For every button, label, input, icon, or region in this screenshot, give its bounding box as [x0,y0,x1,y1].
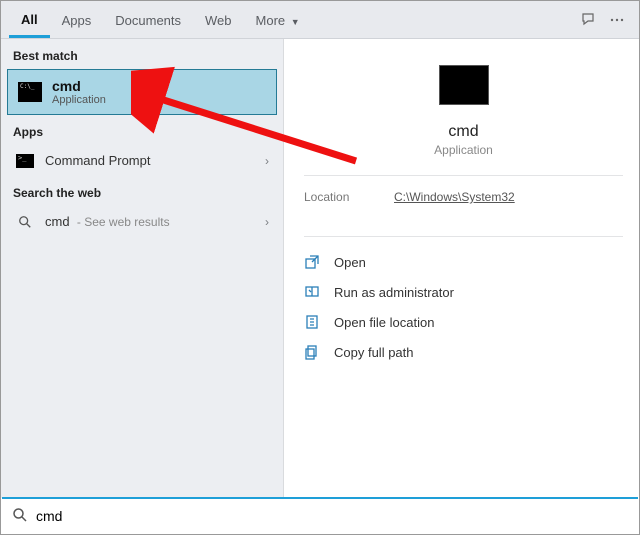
command-prompt-icon [15,154,35,168]
location-row: Location C:\Windows\System32 [304,186,623,218]
action-open-label: Open [334,255,366,270]
preview-block: cmd Application [304,57,623,157]
tab-more-label: More [256,13,286,28]
feedback-icon[interactable] [575,6,603,34]
apps-row-label: Command Prompt [45,153,265,168]
action-open-file-location[interactable]: Open file location [304,307,623,337]
tab-apps[interactable]: Apps [50,3,104,36]
web-row-cmd[interactable]: cmd - See web results › [1,206,283,237]
best-match-item[interactable]: cmd Application [7,69,277,115]
web-row-label: cmd - See web results [45,214,265,229]
action-copy-full-path-label: Copy full path [334,345,414,360]
web-row-suffix: - See web results [74,215,170,229]
action-run-as-admin-label: Run as administrator [334,285,454,300]
divider [304,175,623,176]
chevron-right-icon: › [265,154,269,168]
chevron-down-icon: ▼ [291,17,300,27]
open-icon [304,254,326,270]
best-match-title: cmd [52,78,106,94]
action-copy-full-path[interactable]: Copy full path [304,337,623,367]
more-options-icon[interactable] [603,6,631,34]
tab-more[interactable]: More ▼ [244,3,312,36]
search-icon [12,507,28,526]
best-match-subtitle: Application [52,94,106,106]
action-open-file-location-label: Open file location [334,315,434,330]
apps-header: Apps [1,115,283,145]
tab-web[interactable]: Web [193,3,244,36]
apps-row-command-prompt[interactable]: Command Prompt › [1,145,283,176]
action-run-as-admin[interactable]: Run as administrator [304,277,623,307]
details-pane: cmd Application Location C:\Windows\Syst… [284,39,639,498]
results-left-pane: Best match cmd Application Apps Command … [1,39,284,498]
search-web-header: Search the web [1,176,283,206]
cmd-large-icon [439,65,489,105]
web-row-query: cmd [45,214,70,229]
search-tabs: All Apps Documents Web More ▼ [1,1,639,39]
copy-icon [304,344,326,360]
action-open[interactable]: Open [304,247,623,277]
preview-subtitle: Application [434,143,493,157]
folder-icon [304,314,326,330]
results-body: Best match cmd Application Apps Command … [1,39,639,498]
tab-documents[interactable]: Documents [103,3,193,36]
best-match-header: Best match [1,39,283,69]
chevron-right-icon: › [265,215,269,229]
shield-icon [304,284,326,300]
location-label: Location [304,190,394,204]
location-value[interactable]: C:\Windows\System32 [394,190,515,204]
cmd-icon [18,82,42,102]
tab-all[interactable]: All [9,2,50,38]
search-bar[interactable] [2,497,638,533]
search-input[interactable] [36,508,628,524]
search-icon [15,215,35,229]
preview-title: cmd [448,123,478,141]
divider [304,236,623,237]
